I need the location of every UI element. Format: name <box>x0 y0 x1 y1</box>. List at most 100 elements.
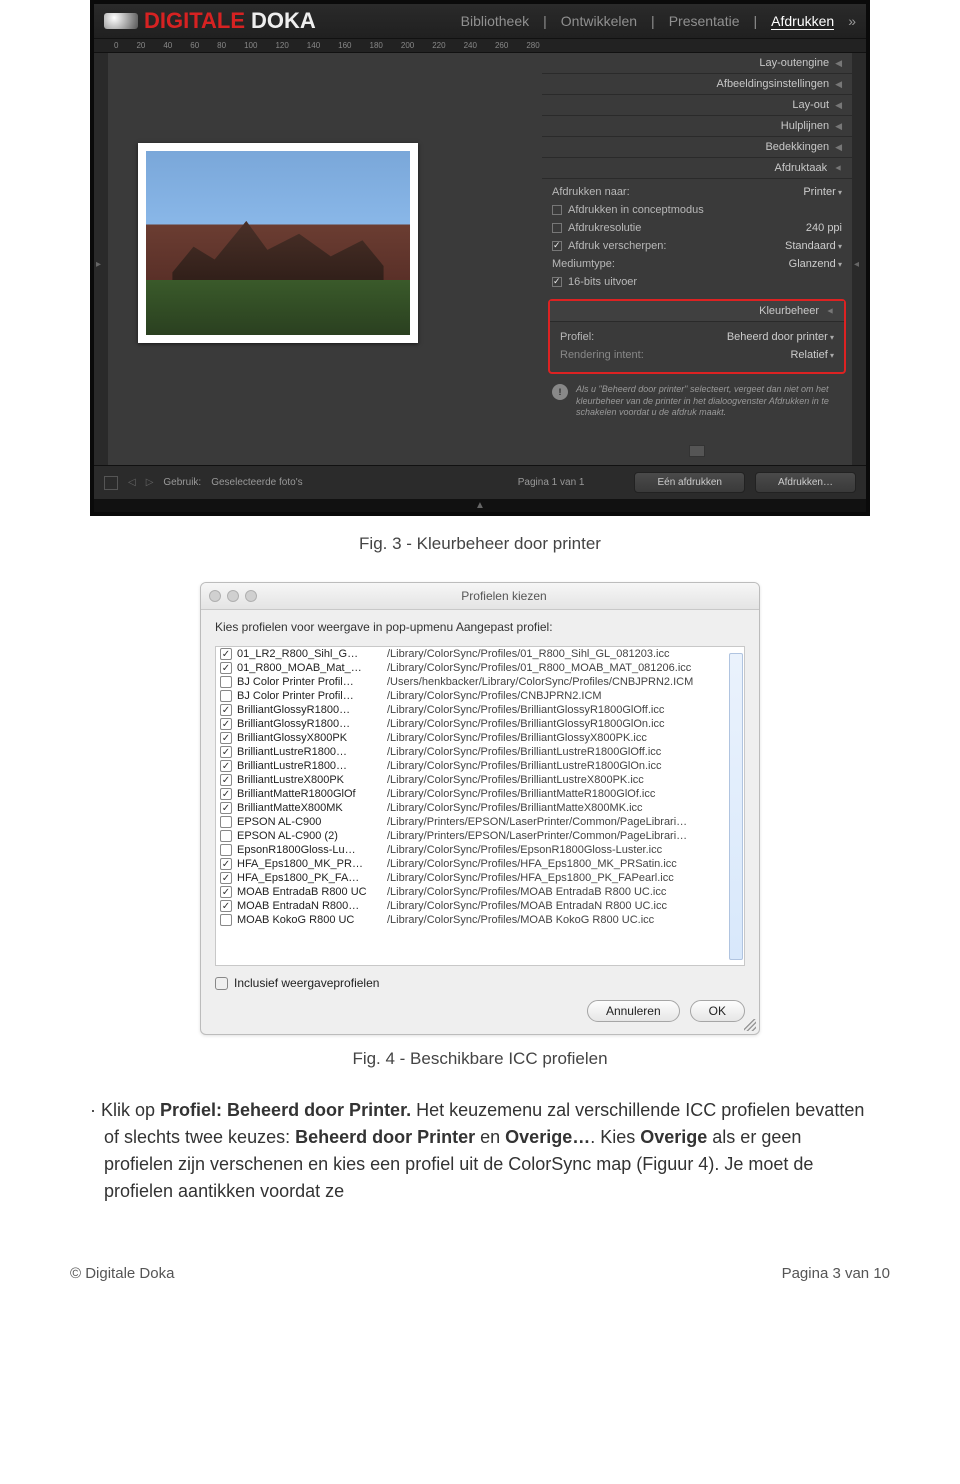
tab-ontwikkelen[interactable]: Ontwikkelen <box>561 13 637 30</box>
profile-path: /Library/ColorSync/Profiles/BrilliantGlo… <box>387 704 740 716</box>
profile-row[interactable]: ✓BrilliantLustreR1800…/Library/ColorSync… <box>216 745 744 759</box>
checkbox-conceptmodus[interactable] <box>552 205 562 215</box>
tab-afdrukken[interactable]: Afdrukken <box>771 13 834 30</box>
checkbox-verscherpen[interactable] <box>552 241 562 251</box>
ruler-tick: 20 <box>136 41 145 50</box>
profile-row[interactable]: EpsonR1800Gloss-Lu…/Library/ColorSync/Pr… <box>216 843 744 857</box>
profile-checkbox[interactable] <box>220 690 232 702</box>
panel-layout[interactable]: Lay-out◀ <box>542 95 852 116</box>
checkbox-16bits[interactable] <box>552 277 562 287</box>
profile-checkbox[interactable]: ✓ <box>220 802 232 814</box>
profile-path: /Library/ColorSync/Profiles/BrilliantLus… <box>387 760 740 772</box>
scrollbar[interactable] <box>729 653 743 960</box>
logo-text-2: DOKA <box>251 8 316 34</box>
panel-afdruktaak[interactable]: Afdruktaak▼ <box>542 158 852 179</box>
profiel-dropdown[interactable]: Beheerd door printer <box>727 331 834 343</box>
profile-checkbox[interactable]: ✓ <box>220 732 232 744</box>
profile-name: 01_LR2_R800_Sihl_G… <box>237 648 387 660</box>
print-button[interactable]: Afdrukken… <box>755 472 856 493</box>
profile-checkbox[interactable] <box>220 914 232 926</box>
checkbox-inclusief[interactable] <box>215 977 228 990</box>
panel-afbeeldingsinstellingen[interactable]: Afbeeldingsinstellingen◀ <box>542 74 852 95</box>
profile-list[interactable]: ✓01_LR2_R800_Sihl_G…/Library/ColorSync/P… <box>215 646 745 966</box>
panel-bedekkingen[interactable]: Bedekkingen◀ <box>542 137 852 158</box>
profile-row[interactable]: ✓BrilliantMatteX800MK/Library/ColorSync/… <box>216 801 744 815</box>
page-thumb[interactable] <box>689 445 705 457</box>
profile-name: BrilliantGlossyX800PK <box>237 732 387 744</box>
profile-row[interactable]: ✓BrilliantMatteR1800GlOf/Library/ColorSy… <box>216 787 744 801</box>
profile-row[interactable]: ✓HFA_Eps1800_MK_PR…/Library/ColorSync/Pr… <box>216 857 744 871</box>
profile-row[interactable]: ✓01_R800_MOAB_Mat_…/Library/ColorSync/Pr… <box>216 661 744 675</box>
profile-checkbox[interactable] <box>220 830 232 842</box>
profile-name: BrilliantLustreR1800… <box>237 746 387 758</box>
resize-grip-icon[interactable] <box>744 1019 756 1031</box>
profile-checkbox[interactable]: ✓ <box>220 886 232 898</box>
profile-checkbox[interactable]: ✓ <box>220 746 232 758</box>
panel-kleurbeheer[interactable]: Kleurbeheer▼ <box>550 301 844 322</box>
profile-row[interactable]: ✓MOAB EntradaN R800…/Library/ColorSync/P… <box>216 899 744 913</box>
resolutie-value[interactable]: 240 ppi <box>806 222 842 234</box>
profile-checkbox[interactable]: ✓ <box>220 704 232 716</box>
medium-dropdown[interactable]: Glanzend <box>789 258 842 270</box>
cancel-button[interactable]: Annuleren <box>587 1000 680 1022</box>
profile-checkbox[interactable]: ✓ <box>220 718 232 730</box>
minimize-icon[interactable] <box>227 590 239 602</box>
ok-button[interactable]: OK <box>690 1000 745 1022</box>
checkbox-resolutie[interactable] <box>552 223 562 233</box>
filmstrip-collapse-icon[interactable]: ▲ <box>94 499 866 512</box>
profile-row[interactable]: ✓BrilliantGlossyR1800…/Library/ColorSync… <box>216 717 744 731</box>
profile-checkbox[interactable] <box>220 816 232 828</box>
verscherpen-dropdown[interactable]: Standaard <box>785 240 842 252</box>
profile-row[interactable]: ✓BrilliantLustreR1800…/Library/ColorSync… <box>216 759 744 773</box>
profile-path: /Library/ColorSync/Profiles/01_R800_MOAB… <box>387 662 740 674</box>
profile-checkbox[interactable] <box>220 676 232 688</box>
profile-row[interactable]: BJ Color Printer Profil…/Users/henkbacke… <box>216 675 744 689</box>
tab-bibliotheek[interactable]: Bibliotheek <box>461 13 530 30</box>
profile-row[interactable]: MOAB KokoG R800 UC/Library/ColorSync/Pro… <box>216 913 744 927</box>
ruler-tick: 120 <box>275 41 288 50</box>
window-controls[interactable] <box>209 590 257 602</box>
profile-row[interactable]: ✓BrilliantLustreX800PK/Library/ColorSync… <box>216 773 744 787</box>
right-rail-collapse[interactable] <box>852 53 866 465</box>
print-one-button[interactable]: Eén afdrukken <box>634 472 745 493</box>
profile-row[interactable]: EPSON AL-C900/Library/Printers/EPSON/Las… <box>216 815 744 829</box>
chevron-right-icon[interactable]: » <box>848 13 856 30</box>
profile-path: /Library/Printers/EPSON/LaserPrinter/Com… <box>387 830 740 842</box>
intent-label: Rendering intent: <box>560 349 644 361</box>
panel-layoutengine[interactable]: Lay-outengine◀ <box>542 53 852 74</box>
profile-checkbox[interactable]: ✓ <box>220 872 232 884</box>
profile-row[interactable]: EPSON AL-C900 (2)/Library/Printers/EPSON… <box>216 829 744 843</box>
gebruik-dropdown[interactable]: Geselecteerde foto's <box>211 477 302 488</box>
prev-page-icon[interactable]: ◁ <box>128 477 136 488</box>
panel-hulplijnen[interactable]: Hulplijnen◀ <box>542 116 852 137</box>
ruler-tick: 260 <box>495 41 508 50</box>
profile-row[interactable]: BJ Color Printer Profil…/Library/ColorSy… <box>216 689 744 703</box>
afdrukken-naar-dropdown[interactable]: Printer <box>803 186 842 198</box>
next-page-icon[interactable]: ▷ <box>146 477 154 488</box>
profile-checkbox[interactable]: ✓ <box>220 788 232 800</box>
profile-name: BrilliantMatteR1800GlOf <box>237 788 387 800</box>
profile-checkbox[interactable]: ✓ <box>220 760 232 772</box>
close-icon[interactable] <box>209 590 221 602</box>
profile-row[interactable]: ✓HFA_Eps1800_PK_FA…/Library/ColorSync/Pr… <box>216 871 744 885</box>
zoom-icon[interactable] <box>245 590 257 602</box>
profile-row[interactable]: ✓MOAB EntradaB R800 UC/Library/ColorSync… <box>216 885 744 899</box>
verscherpen-label: Afdruk verscherpen: <box>568 240 666 252</box>
profile-checkbox[interactable] <box>220 844 232 856</box>
pipe: | <box>543 13 547 30</box>
profile-checkbox[interactable]: ✓ <box>220 858 232 870</box>
profile-row[interactable]: ✓01_LR2_R800_Sihl_G…/Library/ColorSync/P… <box>216 647 744 661</box>
print-preview[interactable] <box>138 143 418 343</box>
profile-row[interactable]: ✓ BrilliantGlossyX800PK/Library/ColorSync… <box>216 731 744 745</box>
profile-checkbox[interactable]: ✓ <box>220 648 232 660</box>
profile-path: /Library/ColorSync/Profiles/HFA_Eps1800_… <box>387 872 740 884</box>
intent-dropdown[interactable]: Relatief <box>790 349 834 361</box>
tab-presentatie[interactable]: Presentatie <box>669 13 740 30</box>
select-cell-icon[interactable] <box>104 476 118 490</box>
profile-row[interactable]: ✓BrilliantGlossyR1800…/Library/ColorSync… <box>216 703 744 717</box>
profile-path: /Library/ColorSync/Profiles/BrilliantGlo… <box>387 732 740 744</box>
profile-checkbox[interactable]: ✓ <box>220 662 232 674</box>
profile-checkbox[interactable]: ✓ <box>220 774 232 786</box>
left-rail-collapse[interactable] <box>94 53 108 465</box>
profile-checkbox[interactable]: ✓ <box>220 900 232 912</box>
